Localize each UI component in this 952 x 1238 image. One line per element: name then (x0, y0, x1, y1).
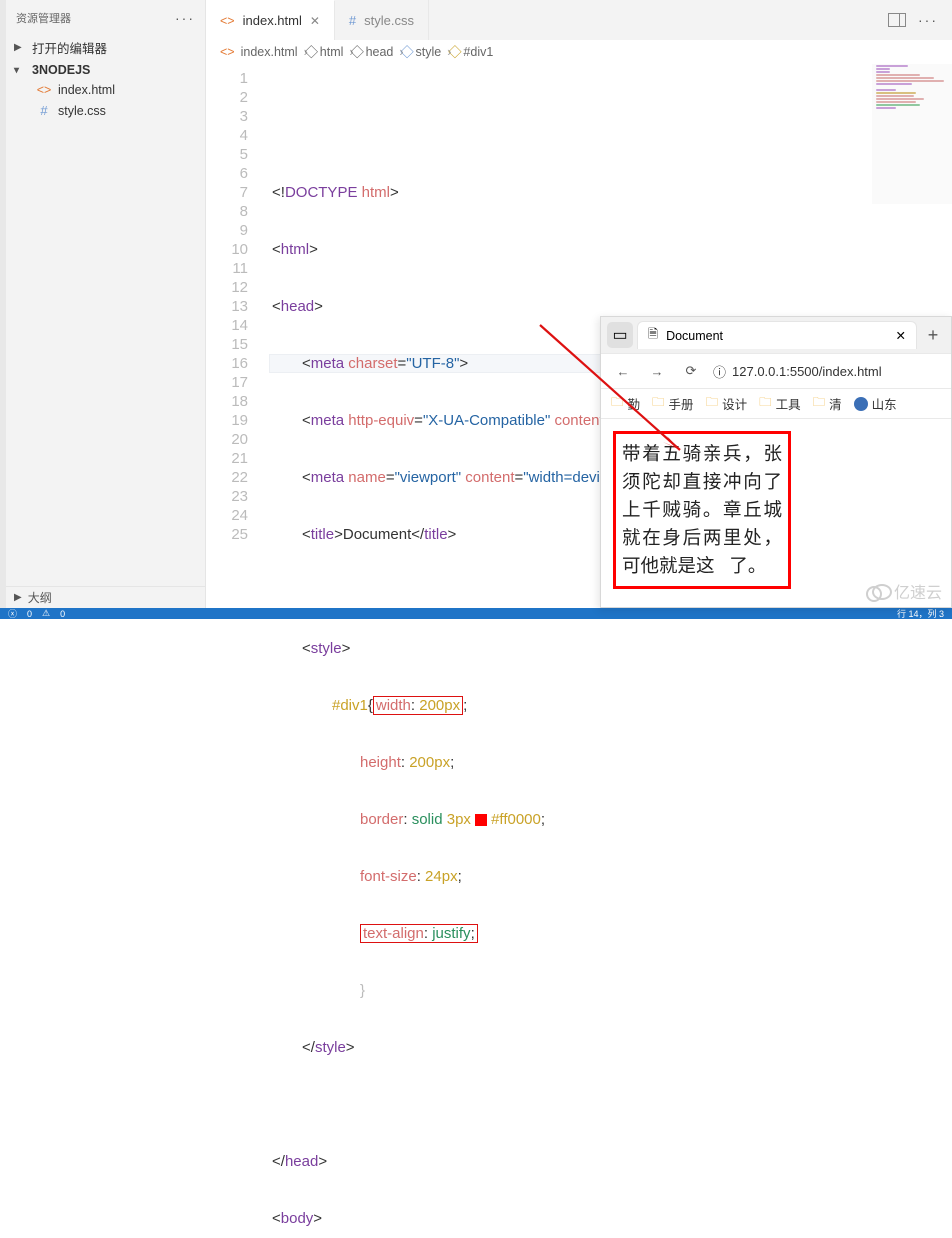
back-button[interactable]: ← (611, 359, 635, 383)
more-icon[interactable]: ··· (175, 10, 195, 26)
bookmark-item[interactable]: 🗀工具 (759, 393, 801, 414)
bookmarks-bar: 🗀勤 🗀手册 🗀设计 🗀工具 🗀清 山东 (601, 389, 951, 419)
sidebar: 资源管理器 ··· ▶ 打开的编辑器 ▾ 3NODEJS <> index.ht… (6, 0, 206, 608)
chevron-down-icon: ▾ (14, 65, 26, 76)
forward-button[interactable]: → (645, 359, 669, 383)
breadcrumb[interactable]: <> index.html › ⃟ html › ⃟ head › ⃟ styl… (206, 40, 952, 64)
bookmark-item[interactable]: 🗀设计 (706, 393, 748, 414)
warnings-icon[interactable]: ⚠ (42, 608, 50, 619)
browser-tab-bar: ▭ 🗎 Document ✕ + (601, 317, 951, 353)
cloud-icon (866, 583, 890, 599)
folder-icon: 🗀 (759, 393, 772, 414)
file-name: index.html (58, 83, 115, 97)
chevron-right-icon: ▶ (14, 592, 22, 603)
folder-icon: 🗀 (652, 393, 665, 414)
bookmark-item[interactable]: 山东 (854, 394, 897, 413)
close-icon[interactable]: ✕ (310, 14, 320, 28)
color-swatch-icon (475, 814, 487, 826)
reload-button[interactable]: ⟳ (679, 359, 703, 383)
status-bar: ⓧ 0 ⚠ 0 行 14，列 3 (0, 608, 952, 619)
outline-section[interactable]: ▶ 大纲 (6, 586, 205, 608)
chevron-right-icon: ▶ (14, 42, 26, 53)
error-count: 0 (27, 609, 32, 619)
crumb[interactable]: #div1 (463, 45, 493, 59)
folder-icon: 🗀 (706, 393, 719, 414)
line-gutter: 1234567891011121314151617181920212223242… (206, 64, 264, 608)
tab-style-css[interactable]: # style.css (335, 0, 429, 40)
project-section[interactable]: ▾ 3NODEJS (6, 60, 205, 80)
html-file-icon: <> (220, 45, 235, 59)
html-file-icon: <> (220, 14, 235, 28)
tab-list-button[interactable]: ▭ (607, 322, 633, 348)
project-name: 3NODEJS (32, 63, 90, 77)
file-item-style[interactable]: # style.css (6, 100, 205, 121)
browser-viewport: 带着五骑亲兵，张须陀却直接冲向了上千贼骑。章丘城就在身后两里处，可他就是这 了。 (601, 419, 951, 601)
more-icon[interactable]: ··· (918, 12, 938, 28)
tab-label: index.html (243, 13, 302, 28)
page-icon: 🗎 (648, 325, 658, 346)
crumb[interactable]: head (366, 45, 394, 59)
bookmark-item[interactable]: 🗀手册 (652, 393, 694, 414)
cursor-position[interactable]: 行 14，列 3 (897, 607, 944, 620)
css-file-icon: # (36, 103, 52, 118)
crumb[interactable]: style (416, 45, 442, 59)
chevron-right-icon: › (399, 45, 403, 59)
open-editors-section[interactable]: ▶ 打开的编辑器 (6, 35, 205, 60)
watermark-text: 亿速云 (894, 579, 942, 603)
chevron-right-icon: › (304, 45, 308, 59)
rendered-div1: 带着五骑亲兵，张须陀却直接冲向了上千贼骑。章丘城就在身后两里处，可他就是这 了。 (613, 431, 791, 589)
close-icon[interactable]: ✕ (896, 328, 906, 343)
editor-tab-bar: <> index.html ✕ # style.css ··· (206, 0, 952, 40)
css-file-icon: # (349, 13, 356, 28)
file-name: style.css (58, 104, 106, 118)
browser-nav-bar: ← → ⟳ ⓘ 127.0.0.1:5500/index.html (601, 353, 951, 389)
split-editor-icon[interactable] (888, 13, 906, 27)
html-file-icon: <> (36, 83, 52, 97)
folder-icon: 🗀 (813, 393, 826, 414)
crumb[interactable]: index.html (241, 45, 298, 59)
sidebar-title: 资源管理器 (16, 10, 71, 26)
address-bar[interactable]: ⓘ 127.0.0.1:5500/index.html (713, 362, 941, 381)
open-editors-label: 打开的编辑器 (32, 38, 107, 57)
bookmark-item[interactable]: 🗀清 (813, 393, 842, 414)
editor-actions: ··· (888, 12, 938, 28)
browser-window: ▭ 🗎 Document ✕ + ← → ⟳ ⓘ 127.0.0.1:5500/… (600, 316, 952, 608)
watermark: 亿速云 (866, 579, 942, 603)
browser-tab[interactable]: 🗎 Document ✕ (637, 321, 917, 349)
file-item-index[interactable]: <> index.html (6, 80, 205, 100)
bookmark-item[interactable]: 🗀勤 (611, 393, 640, 414)
browser-tab-title: Document (666, 329, 723, 343)
info-icon: ⓘ (713, 362, 726, 381)
warning-count: 0 (60, 609, 65, 619)
tab-index-html[interactable]: <> index.html ✕ (206, 0, 335, 40)
new-tab-button[interactable]: + (921, 325, 945, 346)
tab-label: style.css (364, 13, 414, 28)
outline-label: 大纲 (28, 589, 52, 606)
crumb[interactable]: html (320, 45, 344, 59)
chevron-right-icon: › (447, 45, 451, 59)
chevron-right-icon: › (349, 45, 353, 59)
folder-icon: 🗀 (611, 393, 624, 414)
errors-icon[interactable]: ⓧ (8, 607, 17, 620)
url-text: 127.0.0.1:5500/index.html (732, 364, 882, 379)
site-icon (854, 397, 868, 411)
